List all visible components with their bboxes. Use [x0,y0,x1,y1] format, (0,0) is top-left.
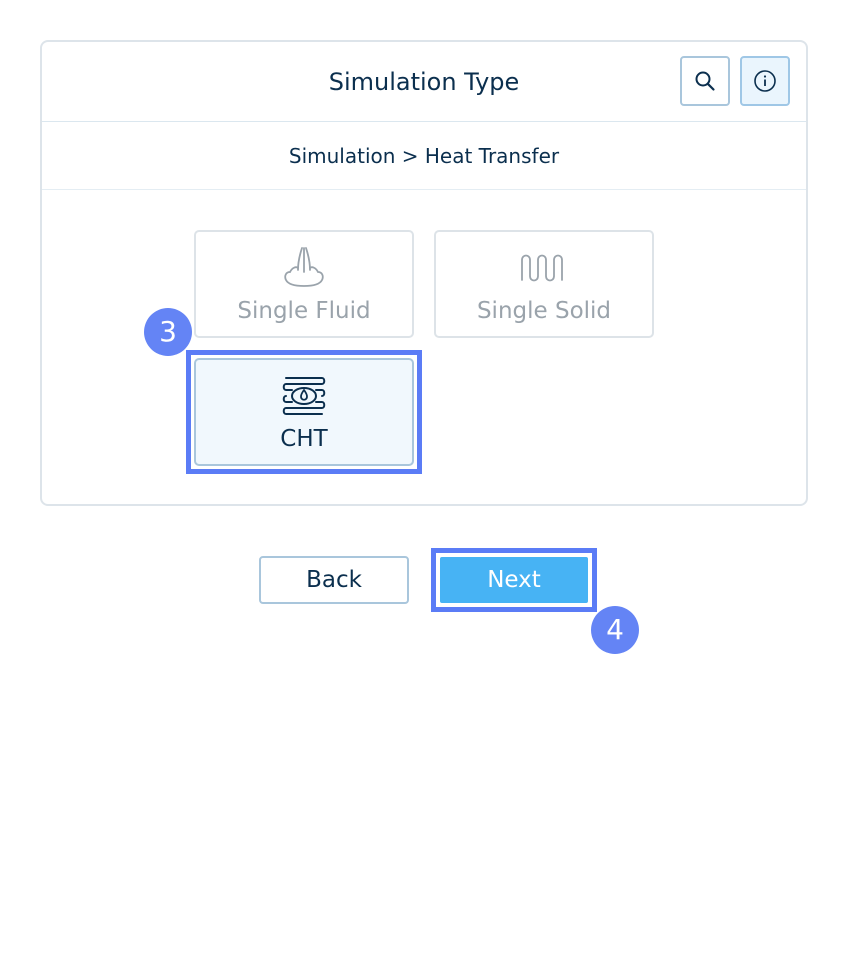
simulation-type-panel: Simulation Type Simulation > Heat Transf… [40,40,808,506]
step-badge-3: 3 [144,308,192,356]
search-icon [695,71,715,91]
panel-header: Simulation Type [42,42,806,122]
step-badge-4: 4 [591,606,639,654]
breadcrumb: Simulation > Heat Transfer [42,122,806,190]
option-single-fluid[interactable]: Single Fluid [194,230,414,338]
option-cht[interactable]: CHT [194,358,414,466]
info-icon [754,70,776,92]
fluid-icon [284,247,324,287]
option-label: Single Fluid [237,298,371,324]
next-button[interactable]: Next [438,555,590,605]
solid-icon [521,254,563,282]
search-button[interactable] [680,56,730,106]
option-label: CHT [280,426,328,452]
cht-icon [282,377,326,415]
option-single-solid[interactable]: Single Solid [434,230,654,338]
back-button[interactable]: Back [259,556,409,604]
info-button[interactable] [740,56,790,106]
option-label: Single Solid [476,298,612,324]
